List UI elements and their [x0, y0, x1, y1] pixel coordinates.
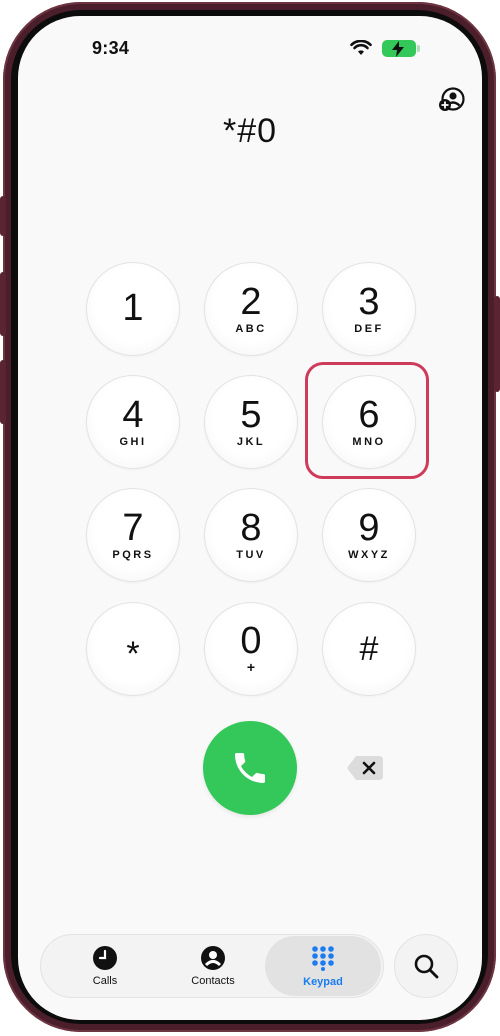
key-5[interactable]: 5 JKL — [204, 375, 298, 469]
battery-icon — [382, 40, 420, 57]
key-1[interactable]: 1 — [86, 262, 180, 356]
key-letters: + — [246, 659, 256, 675]
charging-bolt-icon — [392, 41, 404, 57]
clock-icon — [93, 945, 117, 970]
status-time: 9:34 — [92, 38, 130, 58]
key-letters: ABC — [235, 322, 267, 335]
key-star[interactable]: * — [86, 602, 180, 696]
key-hash[interactable]: # — [322, 602, 416, 696]
key-digit: * — [126, 635, 140, 673]
key-digit: 9 — [358, 506, 380, 549]
keypad-icon — [312, 945, 334, 971]
key-letters: DEF — [354, 322, 384, 335]
key-0[interactable]: 0 + — [204, 602, 298, 696]
call-button[interactable] — [203, 721, 297, 815]
key-6-highlight — [305, 362, 429, 479]
key-7[interactable]: 7 PQRS — [86, 488, 180, 582]
tab-contacts[interactable]: Contacts — [161, 935, 265, 997]
tab-label: Calls — [92, 974, 118, 987]
key-letters: PQRS — [112, 548, 154, 561]
tab-label: Keypad — [303, 975, 343, 988]
volume-down-button — [0, 360, 6, 424]
key-8[interactable]: 8 TUV — [204, 488, 298, 582]
key-letters: JKL — [236, 435, 266, 448]
key-2[interactable]: 2 ABC — [204, 262, 298, 356]
tab-label: Contacts — [191, 974, 235, 987]
key-digit: 7 — [122, 506, 144, 549]
key-digit: 3 — [358, 280, 380, 323]
tab-bar: Calls Contacts Keypad — [40, 934, 384, 998]
key-letters: WXYZ — [348, 548, 390, 561]
search-icon — [414, 954, 439, 979]
volume-up-button — [0, 272, 6, 336]
key-digit: 1 — [122, 286, 144, 329]
person-icon — [201, 945, 225, 970]
key-3[interactable]: 3 DEF — [322, 262, 416, 356]
add-contact-icon[interactable] — [437, 86, 465, 114]
key-digit: 2 — [240, 280, 262, 323]
key-digit: 4 — [122, 393, 144, 436]
power-button — [494, 296, 500, 392]
delete-button[interactable] — [346, 755, 384, 781]
key-digit: 5 — [240, 393, 262, 436]
search-button[interactable] — [394, 934, 458, 998]
key-4[interactable]: 4 GHI — [86, 375, 180, 469]
phone-icon — [235, 753, 265, 783]
tab-keypad[interactable]: Keypad — [265, 936, 381, 996]
wifi-icon — [350, 40, 372, 55]
action-button — [0, 196, 6, 236]
key-9[interactable]: 9 WXYZ — [322, 488, 416, 582]
key-letters: TUV — [236, 548, 266, 561]
key-digit: 0 — [240, 620, 262, 662]
tab-calls[interactable]: Calls — [53, 935, 157, 997]
dialed-number: *#0 — [222, 112, 278, 150]
key-digit: 8 — [240, 506, 262, 549]
key-digit: # — [359, 630, 379, 668]
key-letters: GHI — [119, 435, 147, 448]
